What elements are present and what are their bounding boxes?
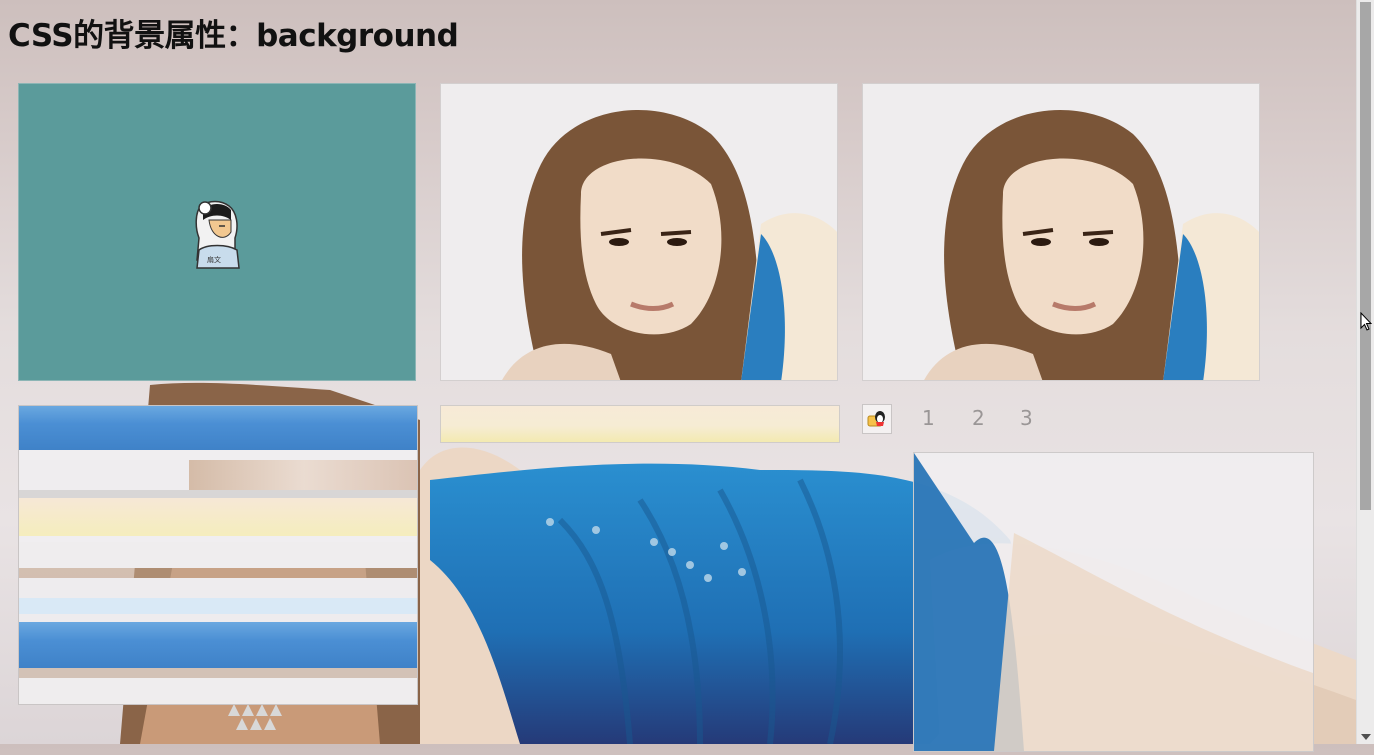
light-bar — [19, 460, 417, 490]
sprite-stripes-box — [18, 405, 418, 705]
portrait-image — [502, 110, 837, 380]
yellow-bar — [19, 498, 417, 536]
page-link-3[interactable]: 3 — [1020, 406, 1033, 430]
photo-strip — [19, 668, 417, 678]
svg-text:扇文: 扇文 — [207, 255, 221, 264]
qq-penguin-icon — [867, 411, 885, 427]
qq-icon-box[interactable] — [862, 404, 892, 434]
blue-bar — [19, 622, 417, 668]
page-link-1[interactable]: 1 — [922, 406, 935, 430]
portrait-photo-1 — [440, 83, 838, 381]
divider — [19, 490, 417, 498]
portrait-image — [924, 110, 1259, 380]
empty-frame-box — [913, 452, 1314, 752]
mouse-pointer-icon — [1360, 312, 1372, 331]
light-blue-bar — [19, 598, 417, 614]
page-link-2[interactable]: 2 — [972, 406, 985, 430]
page-title: CSS的背景属性：background — [8, 18, 459, 54]
light-bar — [19, 578, 417, 598]
scrollbar-thumb[interactable] — [1360, 2, 1371, 510]
cartoon-character-icon: 扇文 — [195, 200, 240, 269]
gap — [19, 450, 417, 460]
photo-strip — [19, 568, 417, 578]
yellow-gradient-bar — [440, 405, 840, 443]
scroll-down-arrow-icon[interactable] — [1361, 734, 1371, 740]
light-bar — [19, 678, 417, 704]
blue-bar — [19, 406, 417, 450]
teal-background-box: 扇文 — [18, 83, 416, 381]
portrait-photo-2 — [862, 83, 1260, 381]
faded-legs-image — [914, 453, 1313, 751]
gap — [19, 614, 417, 622]
light-bar — [19, 542, 417, 568]
vertical-scrollbar[interactable] — [1356, 0, 1374, 744]
